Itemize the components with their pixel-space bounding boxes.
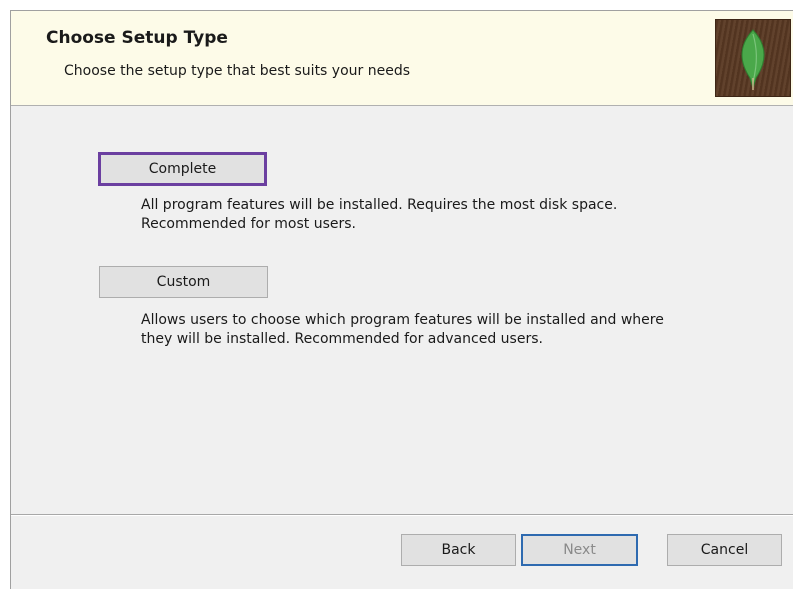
footer-divider bbox=[11, 514, 793, 516]
setup-dialog: Choose Setup Type Choose the setup type … bbox=[10, 10, 793, 589]
custom-button[interactable]: Custom bbox=[99, 266, 268, 298]
custom-description-line-2: they will be installed. Recommended for … bbox=[141, 331, 543, 347]
next-button[interactable]: Next bbox=[521, 534, 638, 566]
dialog-header: Choose Setup Type Choose the setup type … bbox=[11, 11, 793, 106]
custom-description: Allows users to choose which program fea… bbox=[141, 311, 761, 349]
custom-description-line-1: Allows users to choose which program fea… bbox=[141, 312, 664, 328]
complete-description-line-2: Recommended for most users. bbox=[141, 216, 356, 232]
leaf-graphic bbox=[741, 29, 765, 90]
back-button[interactable]: Back bbox=[401, 534, 516, 566]
complete-description: All program features will be installed. … bbox=[141, 196, 761, 234]
page-title: Choose Setup Type bbox=[46, 28, 228, 48]
cancel-button[interactable]: Cancel bbox=[667, 534, 782, 566]
page-subtitle: Choose the setup type that best suits yo… bbox=[64, 63, 411, 79]
complete-button[interactable]: Complete bbox=[98, 152, 267, 186]
complete-description-line-1: All program features will be installed. … bbox=[141, 197, 618, 213]
mongodb-leaf-icon bbox=[715, 19, 791, 97]
